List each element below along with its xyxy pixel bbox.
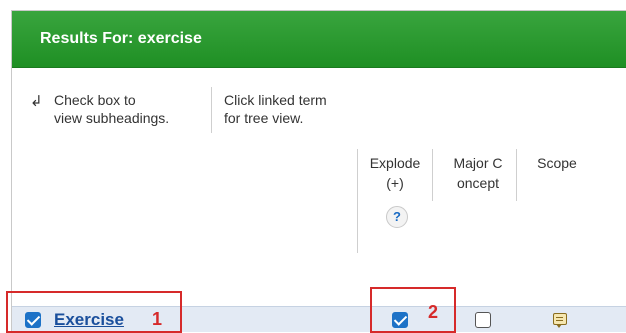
major-header-line2: oncept — [456, 175, 500, 191]
link-instruction: Click linked term for tree view. — [224, 91, 327, 127]
major-column-divider — [432, 149, 433, 201]
turn-down-arrow-icon: ↲ — [30, 93, 43, 110]
explode-header-line2: (+) — [386, 175, 404, 191]
results-panel: Results For: exercise ↲ Check box to vie… — [11, 10, 626, 332]
explode-column-header: Explode (+) — [359, 153, 431, 193]
annotation-number-2: 2 — [428, 302, 439, 322]
scope-column-header: Scope — [518, 153, 596, 173]
major-concept-checkbox[interactable] — [475, 312, 491, 328]
checkbox-instruction-line1: Check box to — [54, 92, 136, 108]
link-instruction-line1: Click linked term — [224, 92, 327, 108]
major-header-line1: Major C — [453, 155, 503, 171]
results-title: Results For: exercise — [40, 30, 202, 47]
link-instruction-line2: for tree view. — [224, 110, 304, 126]
scope-note-icon-tail — [556, 324, 562, 328]
highlight-box-explode — [370, 287, 456, 333]
explode-column-divider — [357, 149, 358, 253]
scope-header-label: Scope — [537, 155, 577, 171]
instruction-divider — [211, 87, 212, 133]
explode-header-line1: Explode — [369, 155, 421, 171]
major-concept-column-header: Major C oncept — [440, 153, 516, 193]
checkbox-instruction-line2: view subheadings. — [54, 110, 170, 126]
scope-column-divider — [516, 149, 517, 201]
help-icon[interactable]: ? — [386, 206, 408, 228]
annotation-number-1: 1 — [152, 309, 163, 329]
results-header: Results For: exercise — [12, 11, 626, 68]
